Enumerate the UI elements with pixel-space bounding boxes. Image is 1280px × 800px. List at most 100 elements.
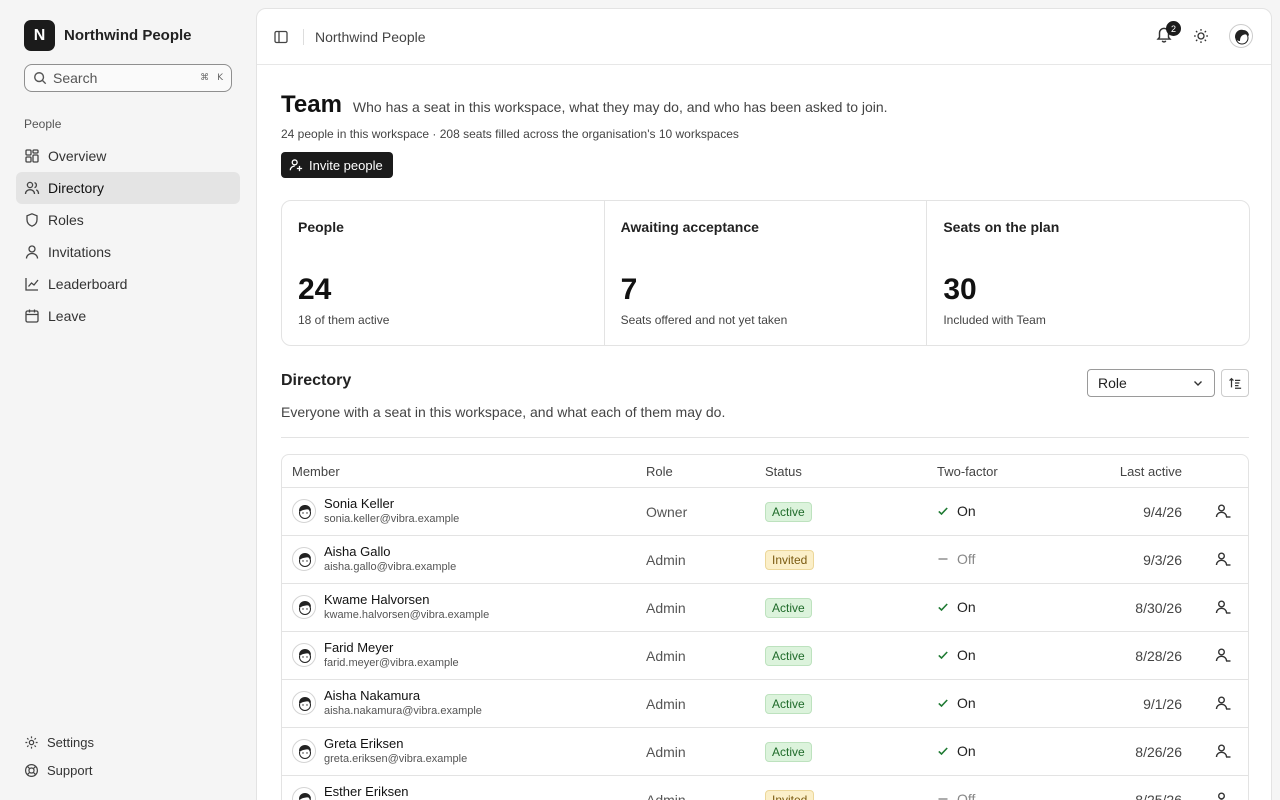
directory-subtitle: Everyone with a seat in this workspace, …	[281, 404, 726, 420]
user-minus-icon	[1215, 696, 1231, 710]
manage-member-button[interactable]	[1215, 551, 1231, 567]
sidebar-item-directory[interactable]: Directory	[16, 172, 240, 204]
user-avatar[interactable]	[1229, 24, 1253, 48]
user-minus-icon	[1215, 744, 1231, 758]
brand-name: Northwind People	[64, 27, 192, 44]
section-divider	[281, 437, 1249, 438]
user-minus-icon	[1218, 792, 1225, 800]
sidebar-item-leave[interactable]: Leave	[16, 300, 240, 332]
member-name[interactable]: Aisha Nakamura	[324, 688, 420, 703]
avatar-illustration	[1235, 29, 1249, 45]
table-row[interactable]: Aisha Gallo aisha.gallo@vibra.example Admi…	[282, 536, 1248, 584]
table-row[interactable]: Kwame Halvorsen kwame.halvorsen@vibra.exa…	[282, 584, 1248, 632]
grid-icon	[24, 148, 40, 164]
sidebar-item-leaderboard[interactable]: Leaderboard	[16, 268, 240, 300]
sidebar-item-label: Roles	[48, 212, 84, 228]
column-header-role[interactable]: Role	[646, 464, 673, 479]
stat-value: 30	[943, 273, 977, 306]
sidebar-item-settings[interactable]: Settings	[24, 728, 232, 756]
last-active: 8/25/26	[1135, 792, 1182, 800]
stat-label: People	[298, 219, 344, 235]
dash-icon	[937, 553, 949, 565]
table-row[interactable]: Greta Eriksen greta.eriksen@vibra.example…	[282, 728, 1248, 776]
directory-heading: Directory	[281, 372, 352, 389]
brand-logo: N	[24, 20, 55, 51]
column-header-member[interactable]: Member	[292, 464, 340, 479]
two-factor-label: Off	[957, 551, 976, 567]
manage-member-button[interactable]	[1215, 599, 1231, 615]
stat-card-people: People 24 18 of them active	[282, 201, 605, 345]
sidebar-toggle-button[interactable]	[267, 23, 295, 51]
status-badge: Active	[765, 598, 812, 618]
two-factor-status: On	[937, 695, 976, 711]
user-minus-icon	[1215, 552, 1231, 566]
last-active: 9/1/26	[1143, 696, 1182, 712]
two-factor-label: Off	[957, 791, 976, 800]
brand[interactable]: N Northwind People	[24, 20, 192, 51]
manage-member-button[interactable]	[1215, 503, 1231, 519]
breadcrumb[interactable]: Northwind People	[315, 29, 426, 45]
shortcut-key: K	[217, 73, 223, 83]
manage-member-button[interactable]	[1215, 791, 1231, 800]
user-minus-icon	[1215, 648, 1231, 662]
member-name[interactable]: Sonia Keller	[324, 496, 394, 511]
member-role: Admin	[646, 600, 686, 616]
stat-label: Awaiting acceptance	[620, 219, 759, 235]
user-icon	[24, 244, 40, 260]
invite-people-button[interactable]: Invite people	[281, 152, 393, 178]
member-email: aisha.gallo@vibra.example	[324, 561, 457, 573]
search-icon	[33, 71, 47, 85]
notification-count-badge: 2	[1166, 21, 1181, 36]
sidebar-item-support[interactable]: Support	[24, 756, 232, 784]
sidebar-item-invitations[interactable]: Invitations	[16, 236, 240, 268]
search-input[interactable]: Search ⌘ K	[24, 64, 232, 92]
column-header-status[interactable]: Status	[765, 464, 802, 479]
search-placeholder: Search	[53, 70, 98, 86]
avatar	[292, 691, 316, 715]
two-factor-label: On	[957, 503, 976, 519]
stat-card-seats: Seats on the plan 30 Included with Team	[927, 201, 1249, 345]
member-name[interactable]: Aisha Gallo	[324, 544, 390, 559]
table-row[interactable]: Sonia Keller sonia.keller@vibra.example Ow…	[282, 488, 1248, 536]
member-role: Admin	[646, 744, 686, 760]
sort-by-value: Role	[1098, 375, 1127, 391]
sidebar-toggle-icon	[274, 30, 288, 44]
two-factor-label: On	[957, 647, 976, 663]
status-badge: Active	[765, 694, 812, 714]
sidebar-item-overview[interactable]: Overview	[16, 140, 240, 172]
sidebar-item-label: Support	[47, 762, 93, 778]
title-row: Team Who has a seat in this workspace, w…	[281, 91, 1249, 119]
member-name[interactable]: Farid Meyer	[324, 640, 393, 655]
table-body: Sonia Keller sonia.keller@vibra.example Ow…	[282, 488, 1248, 800]
column-header-two-factor[interactable]: Two-factor	[937, 464, 998, 479]
column-header-last-active[interactable]: Last active	[1120, 464, 1182, 479]
user-minus-icon	[1215, 600, 1231, 614]
lifebuoy-icon	[24, 763, 39, 778]
table-row[interactable]: Esther Eriksen Admin Invited Off 8/25/26	[282, 776, 1248, 800]
member-name[interactable]: Greta Eriksen	[324, 736, 403, 751]
sort-direction-button[interactable]	[1221, 369, 1249, 397]
last-active: 9/3/26	[1143, 552, 1182, 568]
member-email: aisha.nakamura@vibra.example	[324, 705, 482, 717]
sidebar-item-label: Leaderboard	[48, 276, 128, 292]
shortcut-cmd: ⌘	[200, 73, 210, 83]
table-row[interactable]: Aisha Nakamura aisha.nakamura@vibra.examp…	[282, 680, 1248, 728]
member-name[interactable]: Esther Eriksen	[324, 784, 409, 799]
sidebar-item-roles[interactable]: Roles	[16, 204, 240, 236]
last-active: 8/28/26	[1135, 648, 1182, 664]
manage-member-button[interactable]	[1215, 695, 1231, 711]
manage-member-button[interactable]	[1215, 647, 1231, 663]
topbar: Northwind People 2	[257, 9, 1271, 65]
stat-note: Included with Team	[943, 313, 1046, 327]
table-row[interactable]: Farid Meyer farid.meyer@vibra.example Admi…	[282, 632, 1248, 680]
avatar	[292, 787, 316, 800]
two-factor-label: On	[957, 743, 976, 759]
status-badge: Invited	[765, 550, 815, 570]
member-role: Admin	[646, 696, 686, 712]
status-badge: Active	[765, 742, 812, 762]
theme-toggle-button[interactable]	[1193, 28, 1209, 44]
manage-member-button[interactable]	[1215, 743, 1231, 759]
sun-icon	[1194, 29, 1208, 43]
sort-by-select[interactable]: Role	[1087, 369, 1215, 397]
member-name[interactable]: Kwame Halvorsen	[324, 592, 430, 607]
